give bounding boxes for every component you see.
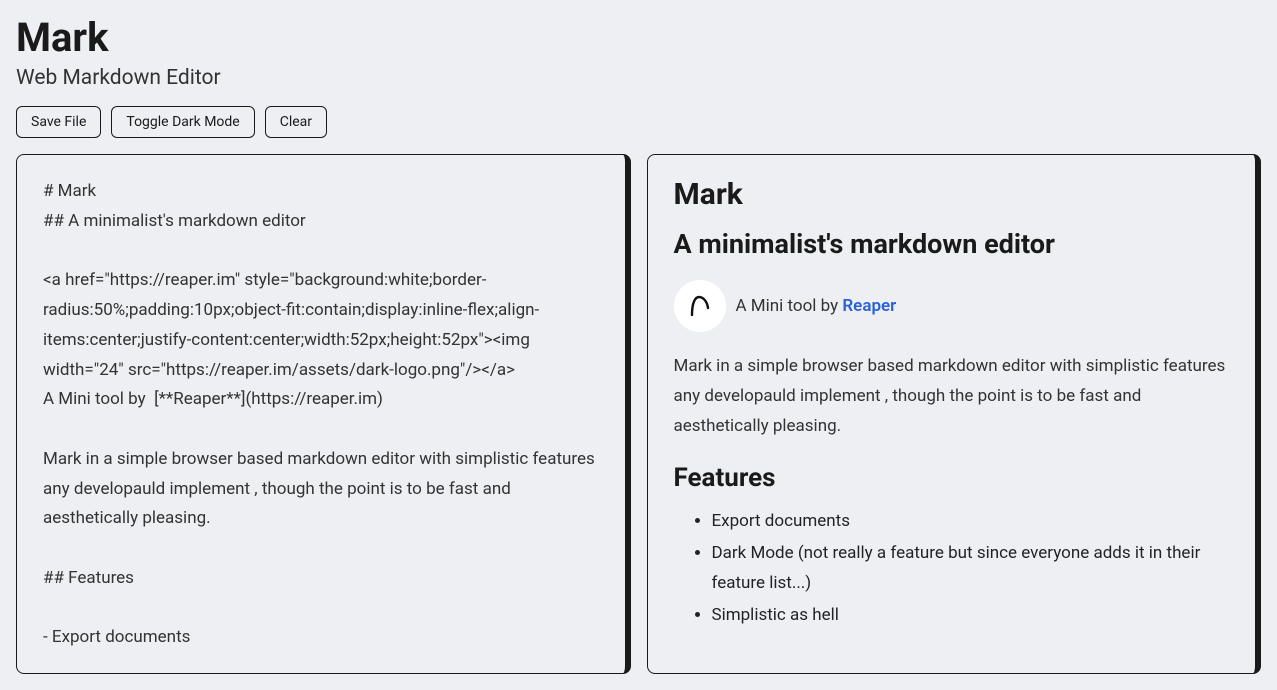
editor-pane[interactable]: # Mark ## A minimalist's markdown editor… (16, 154, 631, 674)
preview-features-list: Export documents Dark Mode (not really a… (674, 507, 1230, 630)
preview-heading-1: Mark (674, 177, 1230, 212)
toggle-dark-mode-button[interactable]: Toggle Dark Mode (111, 106, 254, 138)
save-file-button[interactable]: Save File (16, 106, 101, 138)
toolbar: Save File Toggle Dark Mode Clear (16, 106, 1261, 138)
preview-byline: A Mini tool by Reaper (674, 280, 1230, 332)
app-title: Mark (16, 16, 1261, 60)
editor-textarea[interactable]: # Mark ## A minimalist's markdown editor… (43, 177, 599, 653)
clear-button[interactable]: Clear (265, 106, 327, 138)
app-subtitle: Web Markdown Editor (16, 66, 1261, 90)
byline-prefix: A Mini tool by (736, 296, 843, 316)
list-item: Simplistic as hell (712, 601, 1230, 631)
reaper-logo-icon[interactable] (674, 280, 726, 332)
preview-pane: Mark A minimalist's markdown editor A Mi… (647, 154, 1262, 674)
preview-byline-text: A Mini tool by Reaper (736, 296, 897, 316)
preview-features-heading: Features (674, 463, 1230, 493)
list-item: Dark Mode (not really a feature but sinc… (712, 539, 1230, 599)
preview-paragraph: Mark in a simple browser based markdown … (674, 352, 1230, 441)
preview-heading-2: A minimalist's markdown editor (674, 228, 1230, 260)
reaper-link[interactable]: Reaper (842, 296, 896, 316)
list-item: Export documents (712, 507, 1230, 537)
